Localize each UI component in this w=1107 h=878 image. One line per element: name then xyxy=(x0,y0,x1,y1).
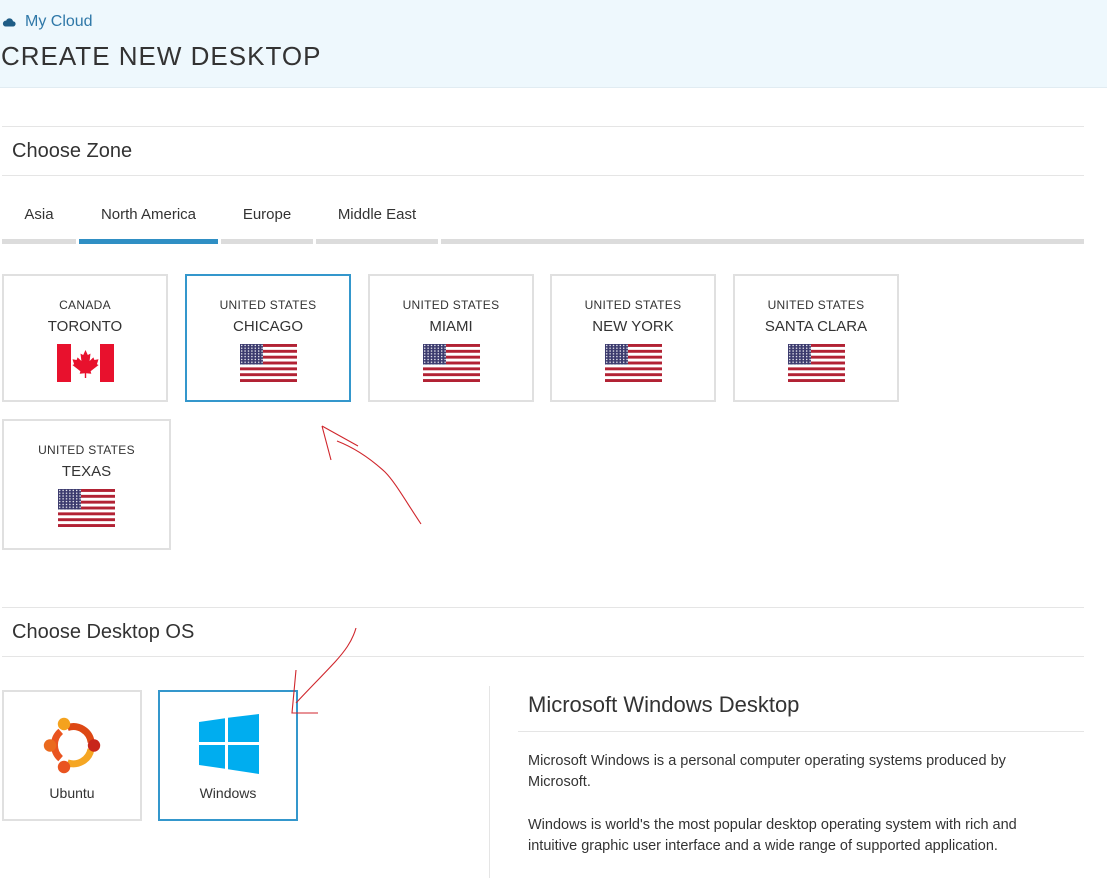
os-detail-rule xyxy=(518,731,1084,732)
windows-logo-icon xyxy=(199,714,259,774)
tab-strip-filler xyxy=(441,190,1084,244)
os-card-windows[interactable]: Windows xyxy=(158,690,298,821)
breadcrumb-my-cloud[interactable]: My Cloud xyxy=(2,13,93,31)
tab-underline xyxy=(221,239,313,244)
breadcrumb-label[interactable]: My Cloud xyxy=(25,13,93,31)
os-detail-paragraph: Microsoft Windows is a personal computer… xyxy=(528,753,1006,790)
zone-country: UNITED STATES xyxy=(219,298,317,312)
tab-label: North America xyxy=(100,206,197,223)
os-card-ubuntu[interactable]: Ubuntu xyxy=(2,690,142,821)
tab-underline xyxy=(2,239,76,244)
page-header: My Cloud CREATE NEW DESKTOP xyxy=(0,0,1107,88)
zone-section-header: Choose Zone xyxy=(2,126,1084,176)
us-flag-icon xyxy=(788,344,845,382)
os-label: Windows xyxy=(199,785,257,801)
tab-label: Europe xyxy=(242,206,292,223)
os-detail-title: Microsoft Windows Desktop xyxy=(528,692,800,717)
us-flag-icon xyxy=(58,489,115,527)
os-section-title: Choose Desktop OS xyxy=(12,621,195,643)
zone-card-miami[interactable]: UNITED STATES MIAMI xyxy=(368,274,534,402)
zone-city: TEXAS xyxy=(61,463,112,480)
page-title: CREATE NEW DESKTOP xyxy=(1,41,322,71)
zone-city: MIAMI xyxy=(429,318,473,335)
zone-country: UNITED STATES xyxy=(402,298,500,312)
zone-card-texas[interactable]: UNITED STATES TEXAS xyxy=(2,419,171,550)
zone-country: CANADA xyxy=(59,298,111,312)
zone-city: TORONTO xyxy=(47,318,123,335)
tab-asia[interactable]: Asia xyxy=(2,190,76,244)
us-flag-icon xyxy=(605,344,662,382)
os-detail-divider xyxy=(489,686,490,878)
os-section-header: Choose Desktop OS xyxy=(2,607,1084,657)
tab-underline xyxy=(79,239,218,244)
zone-card-new-york[interactable]: UNITED STATES NEW YORK xyxy=(550,274,716,402)
cloud-icon xyxy=(2,18,16,27)
zone-country: UNITED STATES xyxy=(584,298,682,312)
tab-middle-east[interactable]: Middle East xyxy=(316,190,438,244)
us-flag-icon xyxy=(240,344,297,382)
zone-city: CHICAGO xyxy=(232,318,303,335)
us-flag-icon xyxy=(423,344,480,382)
os-detail-paragraph: Windows is world's the most popular desk… xyxy=(528,817,1017,854)
zone-section-title: Choose Zone xyxy=(12,140,133,162)
zone-card-toronto[interactable]: CANADA TORONTO xyxy=(2,274,168,402)
tab-underline xyxy=(316,239,438,244)
zone-country: UNITED STATES xyxy=(767,298,865,312)
zone-city: NEW YORK xyxy=(592,318,674,335)
annotation-arrow-chicago xyxy=(336,440,422,525)
canada-flag-icon xyxy=(56,344,114,382)
tab-north-america[interactable]: North America xyxy=(79,190,218,244)
zone-card-chicago[interactable]: UNITED STATES CHICAGO xyxy=(185,274,351,402)
tab-label: Middle East xyxy=(337,206,417,223)
zone-city: SANTA CLARA xyxy=(764,318,868,335)
zone-country: UNITED STATES xyxy=(38,443,135,457)
tab-europe[interactable]: Europe xyxy=(221,190,313,244)
os-label: Ubuntu xyxy=(49,785,95,801)
zone-card-santa-clara[interactable]: UNITED STATES SANTA CLARA xyxy=(733,274,899,402)
tab-underline xyxy=(441,239,1084,244)
ubuntu-logo-icon xyxy=(43,717,101,774)
annotation-arrowhead-chicago xyxy=(321,425,359,461)
tab-label: Asia xyxy=(24,206,54,223)
